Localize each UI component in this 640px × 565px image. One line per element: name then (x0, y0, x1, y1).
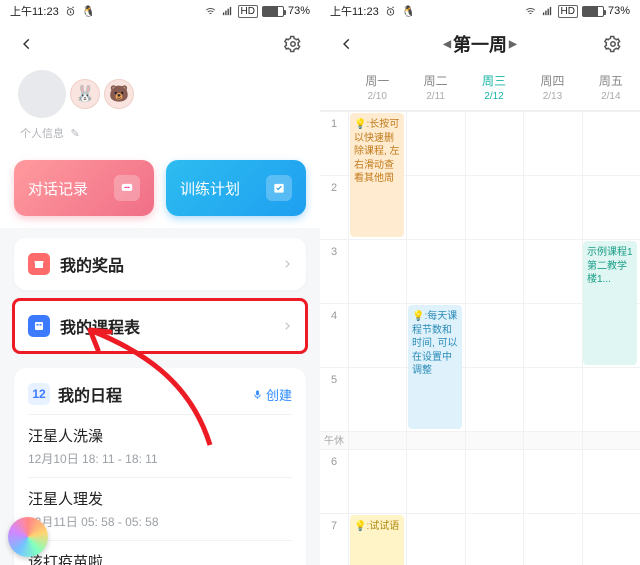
chat-log-label: 对话记录 (28, 178, 88, 199)
my-timetable-label: 我的课程表 (60, 314, 282, 338)
signal-icon (221, 6, 234, 17)
course-block-tip3[interactable]: 💡:试试语 (350, 515, 404, 565)
my-prizes-label: 我的奖品 (60, 252, 282, 276)
edit-icon: ✎ (70, 128, 79, 140)
my-timetable-row[interactable]: 我的课程表 (14, 300, 306, 352)
right-phone: 上午11:23 🐧 HD 73% ◀ 第一周 ▶ (320, 0, 640, 565)
course-block-tip1[interactable]: 💡:长按可以快速删除课程, 左右滑动查看其他周 (350, 113, 404, 237)
course-block-tip2[interactable]: 💡:每天课程节数和时间, 可以在设置中调整 (408, 305, 462, 429)
timetable-icon (28, 315, 50, 337)
chat-icon (114, 175, 140, 201)
agenda-item-time: 12月11日 05: 58 - 05: 58 (28, 513, 292, 530)
chevron-right-icon (282, 320, 292, 332)
settings-button[interactable] (600, 31, 626, 57)
day-col-mon[interactable]: 周一 2/10 (348, 66, 406, 110)
chevron-right-icon (282, 258, 292, 270)
battery-icon (582, 6, 604, 17)
prev-week-icon: ◀ (443, 39, 451, 50)
calendar-check-icon (266, 175, 292, 201)
week-selector[interactable]: ◀ 第一周 ▶ (443, 31, 516, 57)
day-header-row: 周一 2/10 周二 2/11 周三 2/12 周四 2/13 周五 2/14 (320, 66, 640, 111)
avatar (18, 70, 66, 118)
profile-label: 个人信息 (20, 128, 64, 140)
character-avatar-2: 🐻 (104, 79, 134, 109)
agenda-item[interactable]: 汪星人理发 12月11日 05: 58 - 05: 58 (28, 477, 292, 540)
battery-pct: 73% (608, 5, 630, 17)
mic-icon (252, 389, 263, 400)
training-plan-card[interactable]: 训练计划 (166, 160, 306, 216)
wifi-icon (524, 6, 537, 17)
training-plan-label: 训练计划 (180, 178, 240, 199)
signal-icon (541, 6, 554, 17)
alarm-icon (65, 6, 76, 17)
my-prizes-row[interactable]: 我的奖品 (14, 238, 306, 290)
hd-label: HD (558, 5, 578, 18)
settings-button[interactable] (280, 31, 306, 57)
character-avatar-1: 🐰 (70, 79, 100, 109)
create-label: 创建 (266, 385, 292, 404)
timetable-grid[interactable]: 1 2 3 4 5 午休 6 7 💡:长按可以快速删除课程, 左右滑动查看其他周… (320, 111, 640, 565)
agenda-item-time: 12月10日 18: 11 - 18: 11 (28, 450, 292, 467)
back-button[interactable] (334, 31, 360, 57)
chat-log-card[interactable]: 对话记录 (14, 160, 154, 216)
agenda-card: 12 我的日程 创建 汪星人洗澡 12月10日 18: 11 - 18: 11 … (14, 368, 306, 565)
gift-icon (28, 253, 50, 275)
timetable-header: ◀ 第一周 ▶ (320, 22, 640, 66)
week-title: 第一周 (453, 31, 507, 57)
penguin-icon: 🐧 (82, 5, 96, 18)
next-week-icon: ▶ (509, 39, 517, 50)
left-header (0, 22, 320, 66)
day-col-fri[interactable]: 周五 2/14 (582, 66, 640, 110)
agenda-item-name: 汪星人洗澡 (28, 425, 292, 446)
agenda-item-name: 该打疫苗啦 (28, 551, 292, 565)
date-badge: 12 (28, 383, 50, 405)
assistant-fab[interactable] (8, 517, 48, 557)
battery-icon (262, 6, 284, 17)
status-bar: 上午11:23 🐧 HD 73% (0, 0, 320, 22)
agenda-item[interactable]: 该打疫苗啦 (28, 540, 292, 565)
hd-label: HD (238, 5, 258, 18)
day-col-wed[interactable]: 周三 2/12 (465, 66, 523, 110)
back-button[interactable] (14, 31, 40, 57)
status-bar: 上午11:23 🐧 HD 73% (320, 0, 640, 22)
left-phone: 上午11:23 🐧 HD 73% 🐰 🐻 (0, 0, 320, 565)
penguin-icon: 🐧 (402, 5, 416, 18)
status-time: 上午11:23 (10, 3, 59, 19)
agenda-title: 我的日程 (58, 382, 122, 406)
battery-pct: 73% (288, 5, 310, 17)
feature-cards: 对话记录 训练计划 (0, 152, 320, 228)
alarm-icon (385, 6, 396, 17)
agenda-item[interactable]: 汪星人洗澡 12月10日 18: 11 - 18: 11 (28, 414, 292, 477)
course-block-sample[interactable]: 示例课程1 第二教学楼1... (583, 241, 637, 365)
profile-row[interactable]: 🐰 🐻 (0, 66, 320, 124)
day-col-thu[interactable]: 周四 2/13 (523, 66, 581, 110)
status-time: 上午11:23 (330, 3, 379, 19)
wifi-icon (204, 6, 217, 17)
day-col-tue[interactable]: 周二 2/11 (406, 66, 464, 110)
create-button[interactable]: 创建 (252, 385, 292, 404)
agenda-item-name: 汪星人理发 (28, 488, 292, 509)
